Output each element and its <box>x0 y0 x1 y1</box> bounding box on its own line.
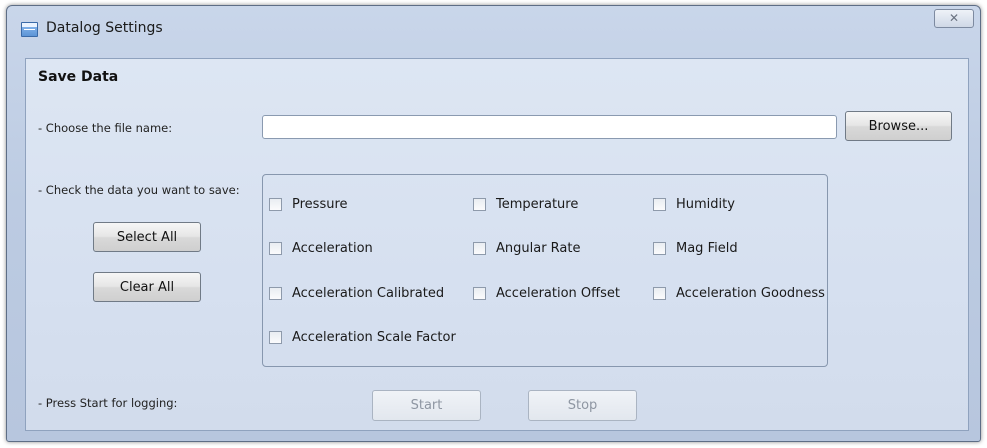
checkbox-label: Pressure <box>292 197 348 212</box>
browse-button[interactable]: Browse... <box>845 111 952 141</box>
checkbox-label: Angular Rate <box>496 241 581 256</box>
checkbox-label: Acceleration Goodness <box>676 286 825 301</box>
checkbox-box[interactable] <box>269 331 282 344</box>
checkbox-acceleration-calibrated[interactable]: Acceleration Calibrated <box>269 286 444 301</box>
check-data-label: - Check the data you want to save: <box>38 183 240 197</box>
stop-button[interactable]: Stop <box>528 390 637 421</box>
checkbox-angular-rate[interactable]: Angular Rate <box>473 241 581 256</box>
checkbox-acceleration-scale-factor[interactable]: Acceleration Scale Factor <box>269 330 456 345</box>
close-icon: ✕ <box>948 11 960 25</box>
checkbox-label: Acceleration Scale Factor <box>292 330 456 345</box>
logging-label: - Press Start for logging: <box>38 396 178 410</box>
close-button[interactable]: ✕ <box>934 9 974 28</box>
file-name-input[interactable] <box>262 115 837 139</box>
checkbox-box[interactable] <box>653 198 666 211</box>
section-title: Save Data <box>38 69 119 85</box>
datalog-settings-window: Datalog Settings ✕ Save Data - Choose th… <box>6 5 981 442</box>
checkbox-humidity[interactable]: Humidity <box>653 197 735 212</box>
checkbox-pressure[interactable]: Pressure <box>269 197 348 212</box>
checkbox-label: Mag Field <box>676 241 738 256</box>
checkbox-box[interactable] <box>269 198 282 211</box>
checkbox-box[interactable] <box>473 242 486 255</box>
checkbox-acceleration[interactable]: Acceleration <box>269 241 373 256</box>
checkbox-label: Humidity <box>676 197 735 212</box>
file-name-label: - Choose the file name: <box>38 121 173 135</box>
checkbox-label: Temperature <box>496 197 579 212</box>
window-icon <box>21 22 38 37</box>
checkbox-mag-field[interactable]: Mag Field <box>653 241 738 256</box>
checkbox-box[interactable] <box>269 242 282 255</box>
title-bar[interactable]: Datalog Settings ✕ <box>7 6 980 48</box>
checkbox-label: Acceleration Offset <box>496 286 620 301</box>
checkbox-label: Acceleration Calibrated <box>292 286 445 301</box>
checkbox-box[interactable] <box>473 287 486 300</box>
checkbox-acceleration-offset[interactable]: Acceleration Offset <box>473 286 620 301</box>
checkbox-box[interactable] <box>653 242 666 255</box>
checkbox-acceleration-goodness[interactable]: Acceleration Goodness <box>653 286 825 301</box>
checkbox-box[interactable] <box>269 287 282 300</box>
checkbox-box[interactable] <box>473 198 486 211</box>
window-title: Datalog Settings <box>46 20 163 36</box>
select-all-button[interactable]: Select All <box>93 222 201 252</box>
checkbox-box[interactable] <box>653 287 666 300</box>
clear-all-button[interactable]: Clear All <box>93 272 201 302</box>
save-data-panel: Save Data - Choose the file name: Browse… <box>25 58 969 431</box>
start-button[interactable]: Start <box>372 390 481 421</box>
checkbox-label: Acceleration <box>292 241 373 256</box>
checkbox-temperature[interactable]: Temperature <box>473 197 578 212</box>
data-checkbox-group: Pressure Temperature Humidity Accelerati… <box>262 174 828 367</box>
